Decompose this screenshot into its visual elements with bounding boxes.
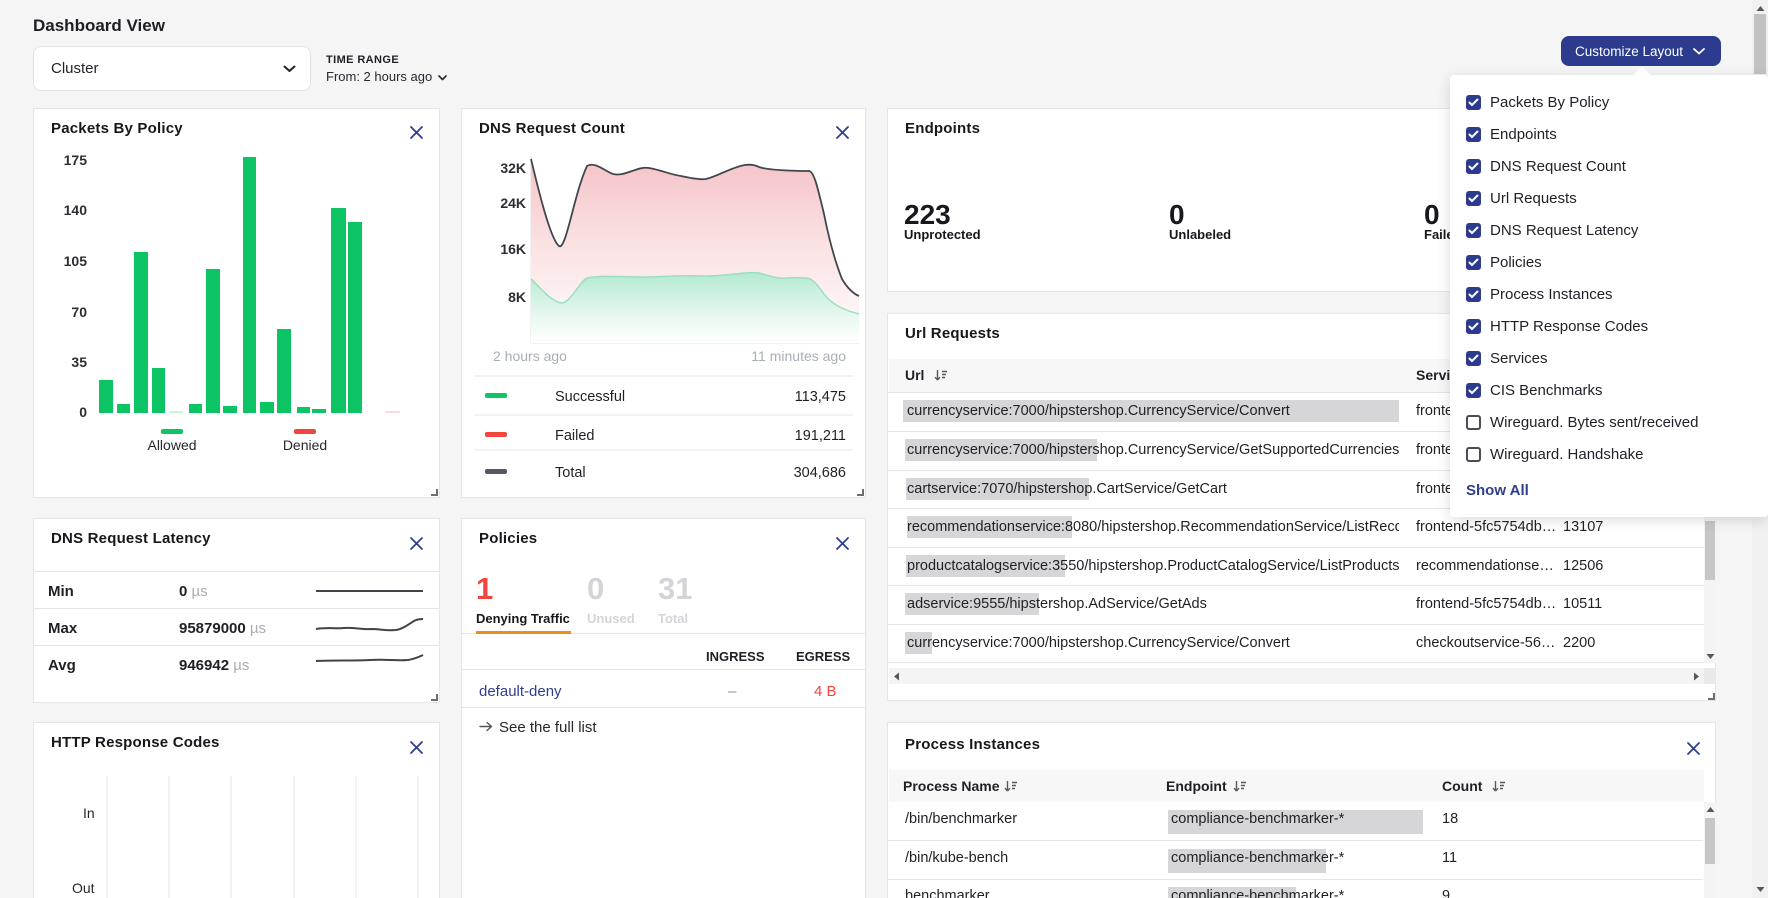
svg-text:140: 140 — [64, 202, 88, 218]
svg-text:8K: 8K — [508, 289, 526, 305]
svg-text:304,686: 304,686 — [794, 465, 846, 481]
svg-text:Out: Out — [72, 880, 95, 896]
svg-text:0: 0 — [79, 404, 87, 420]
svg-text:24K: 24K — [500, 195, 526, 211]
svg-text:16K: 16K — [500, 241, 526, 257]
svg-text:Successful: Successful — [555, 389, 625, 405]
svg-text:105: 105 — [64, 253, 88, 269]
svg-text:113,475: 113,475 — [795, 389, 846, 405]
svg-text:35: 35 — [71, 354, 87, 370]
svg-text:32K: 32K — [500, 160, 526, 176]
svg-text:Denied: Denied — [283, 437, 327, 453]
svg-text:2 hours ago: 2 hours ago — [493, 348, 567, 364]
svg-text:Failed: Failed — [555, 428, 595, 444]
svg-text:In: In — [83, 805, 95, 821]
svg-text:Total: Total — [555, 465, 586, 481]
svg-text:70: 70 — [71, 304, 87, 320]
svg-text:175: 175 — [64, 152, 88, 168]
svg-text:11 minutes ago: 11 minutes ago — [751, 348, 846, 364]
svg-text:191,211: 191,211 — [795, 428, 846, 444]
svg-text:Allowed: Allowed — [147, 437, 196, 453]
